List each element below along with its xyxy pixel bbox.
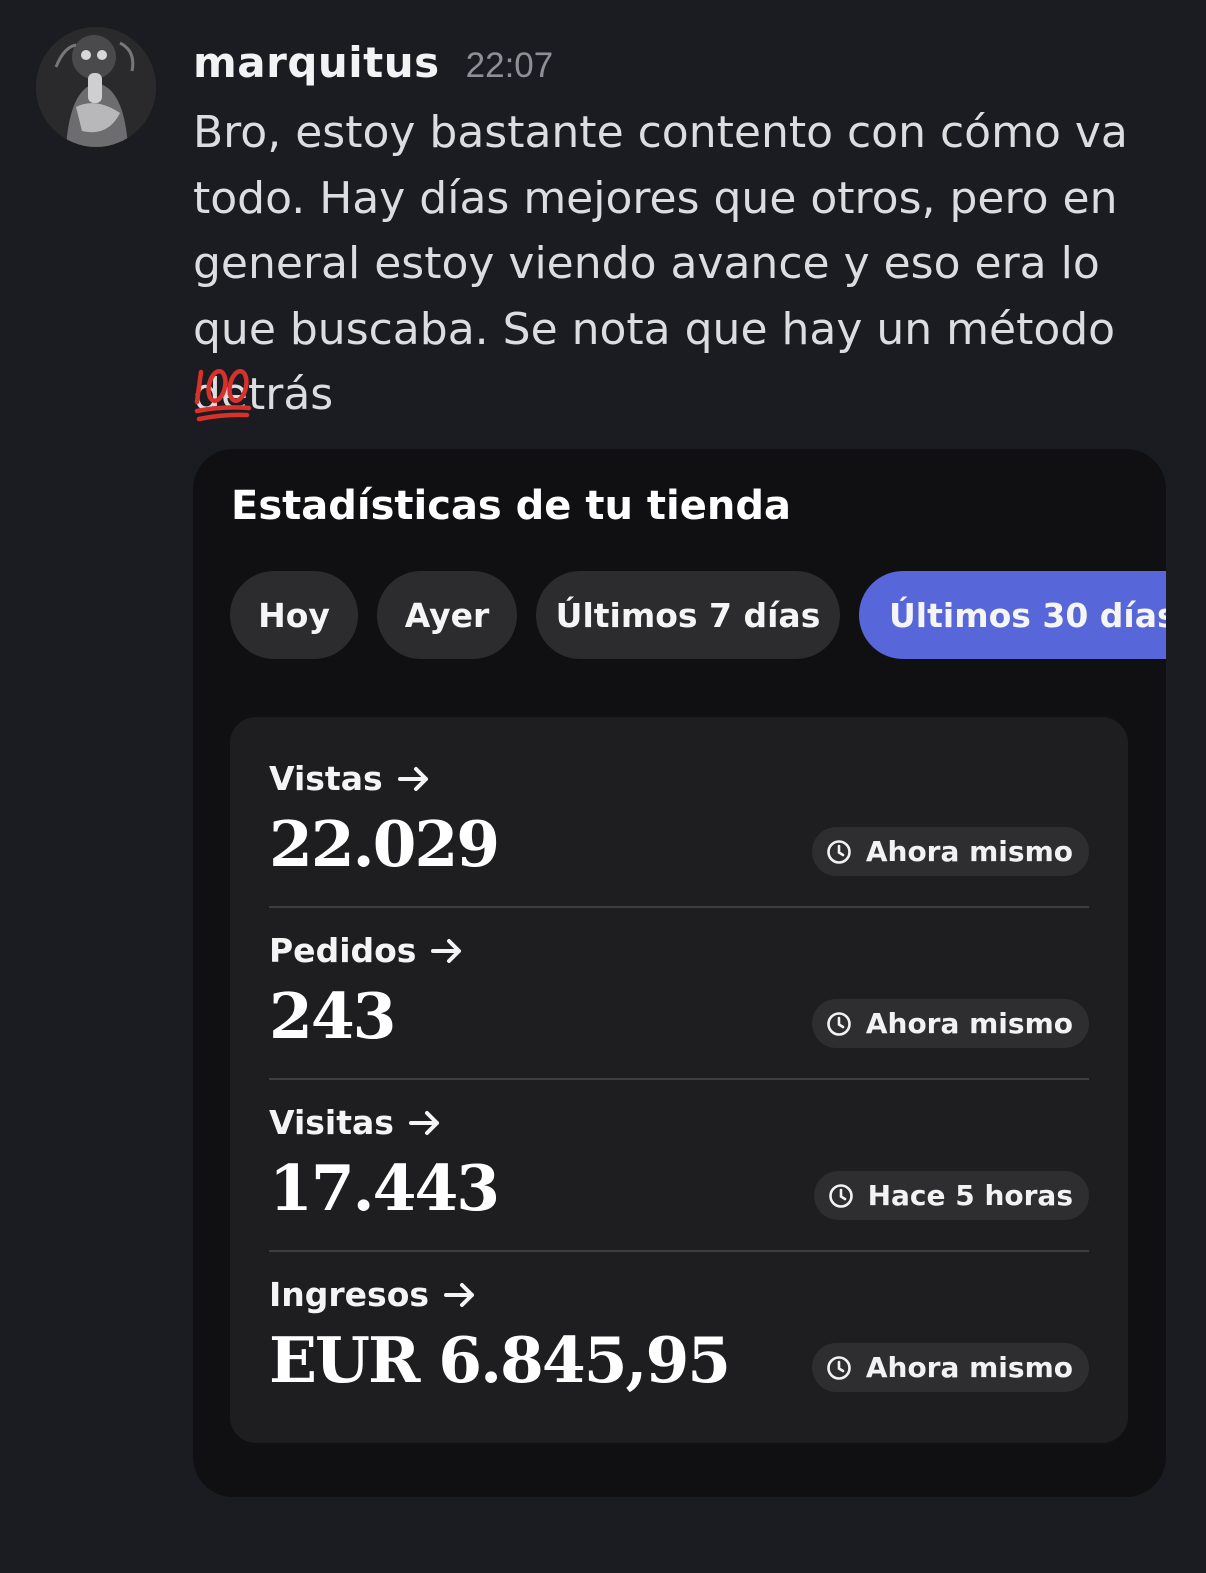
filter-chip-label: Últimos 7 días (555, 595, 821, 635)
updated-badge: Ahora mismo (811, 1343, 1089, 1392)
stat-label-text: Ingresos (269, 1275, 430, 1314)
updated-text: Ahora mismo (865, 1351, 1073, 1384)
clock-icon (827, 1355, 851, 1380)
stat-label-text: Vistas (269, 759, 383, 798)
stat-value: 17.443 (269, 1151, 500, 1225)
clock-icon (828, 1183, 853, 1208)
chat-message: marquitus 22:07 Bro, estoy bastante cont… (0, 0, 1206, 1573)
arrow-right-icon (397, 766, 428, 791)
stat-label: Ingresos (269, 1275, 477, 1314)
avatar[interactable] (36, 27, 156, 147)
stat-value: EUR 6.845,95 (269, 1323, 731, 1397)
message-header: marquitus 22:07 (193, 38, 553, 94)
stat-row-visits[interactable]: Visitas 17.443 Hace 5 horas (269, 1061, 1089, 1233)
arrow-right-icon (408, 1110, 439, 1135)
filter-chip-last-30-days[interactable]: Últimos 30 días (859, 571, 1166, 659)
filter-chip-yesterday[interactable]: Ayer (377, 571, 517, 659)
stat-value: 22.029 (269, 807, 500, 881)
stat-label-text: Pedidos (269, 931, 417, 970)
stat-label-text: Visitas (269, 1103, 394, 1142)
stat-row-orders[interactable]: Pedidos 243 Ahora mismo (269, 889, 1089, 1061)
stats-panel: Vistas 22.029 Ahora mismo Pedidos 243 Ah… (230, 717, 1128, 1443)
arrow-right-icon (431, 938, 462, 963)
filter-chip-label: Ayer (404, 595, 490, 635)
stat-value: 243 (269, 979, 397, 1053)
updated-badge: Ahora mismo (811, 827, 1089, 876)
stat-label: Vistas (269, 759, 431, 798)
filter-chip-label: Últimos 30 días (889, 595, 1166, 635)
updated-text: Ahora mismo (865, 1007, 1073, 1040)
updated-text: Ahora mismo (865, 835, 1073, 868)
filter-chip-label: Hoy (258, 595, 330, 635)
timestamp: 22:07 (465, 46, 554, 85)
clock-icon (827, 1011, 851, 1036)
stat-row-views[interactable]: Vistas 22.029 Ahora mismo (269, 717, 1089, 889)
message-text: Bro, estoy bastante contento con cómo va… (193, 107, 1128, 420)
username[interactable]: marquitus (193, 38, 440, 87)
100-emoji-icon (193, 362, 255, 424)
arrow-right-icon (444, 1282, 475, 1307)
stat-label: Pedidos (269, 931, 464, 970)
stat-row-revenue[interactable]: Ingresos EUR 6.845,95 Ahora mismo (269, 1233, 1089, 1405)
updated-text: Hace 5 horas (867, 1179, 1073, 1212)
clock-icon (827, 839, 851, 864)
stat-label: Visitas (269, 1103, 442, 1142)
filter-chip-today[interactable]: Hoy (230, 571, 358, 659)
updated-badge: Ahora mismo (811, 999, 1089, 1048)
updated-badge: Hace 5 horas (813, 1171, 1089, 1220)
filter-chip-last-7-days[interactable]: Últimos 7 días (536, 571, 840, 659)
card-title: Estadísticas de tu tienda (231, 483, 791, 529)
store-stats-card: Estadísticas de tu tienda Hoy Ayer Últim… (193, 449, 1166, 1497)
